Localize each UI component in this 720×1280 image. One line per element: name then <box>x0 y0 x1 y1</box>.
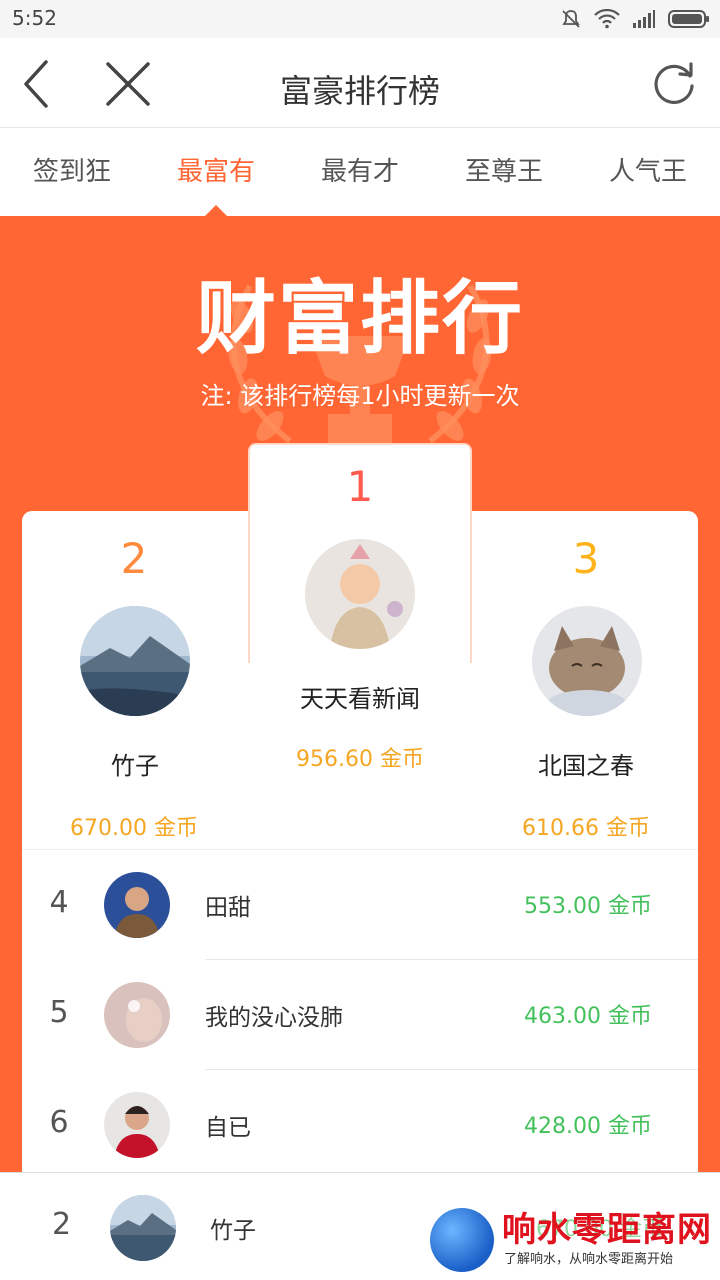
list-coins: 428.00 金币 <box>524 1114 652 1139</box>
list-coins: 553.00 金币 <box>524 894 652 919</box>
tab-richest[interactable]: 最富有 <box>144 128 288 216</box>
list-item[interactable]: 6 自已 428.00 金币 <box>22 1070 698 1176</box>
list-coins: 463.00 金币 <box>524 1004 652 1029</box>
list-name: 田甜 <box>205 895 251 921</box>
site-watermark: 响水零距离网 了解响水，从响水零距离开始 <box>430 1200 720 1280</box>
wifi-icon <box>594 9 620 29</box>
watermark-title: 响水零距离网 <box>502 1210 712 1250</box>
status-bar: 5:52 <box>0 0 720 38</box>
list-name: 自已 <box>205 1115 251 1141</box>
landscape-avatar-image <box>80 606 190 716</box>
page-title: 富豪排行榜 <box>279 72 440 110</box>
tab-popularity[interactable]: 人气王 <box>576 128 720 216</box>
avatar[interactable] <box>110 1195 176 1261</box>
ranking-panel: 财富排行 注: 该排行榜每1小时更新一次 2 竹子 670.00 金币 1 天天… <box>0 216 720 1176</box>
avatar[interactable] <box>104 982 170 1048</box>
tab-sign-in[interactable]: 签到狂 <box>0 128 144 216</box>
rank-1-number: 1 <box>346 462 374 511</box>
person-avatar-image <box>104 1092 170 1158</box>
landscape-avatar-image <box>110 1195 176 1261</box>
rank-1-coins: 956.60 金币 <box>296 747 424 772</box>
rank-3-coins: 610.66 金币 <box>522 816 650 841</box>
cat-avatar-image <box>532 606 642 716</box>
battery-icon <box>668 10 709 28</box>
avatar-rank-2[interactable] <box>80 606 190 716</box>
status-icons <box>560 7 710 31</box>
hero-title: 财富排行 <box>196 272 524 365</box>
rank-2-name: 竹子 <box>111 752 159 780</box>
refresh-icon <box>654 62 694 104</box>
list-item[interactable]: 5 我的没心没肺 463.00 金币 <box>22 960 698 1070</box>
tab-supreme[interactable]: 至尊王 <box>432 128 576 216</box>
list-name: 我的没心没肺 <box>205 1005 343 1031</box>
rank-2-coins: 670.00 金币 <box>70 816 198 841</box>
refresh-button[interactable] <box>646 56 702 112</box>
list-rank: 5 <box>49 995 69 1030</box>
my-rank: 2 <box>52 1207 72 1242</box>
my-name: 竹子 <box>210 1218 256 1244</box>
nav-bar: 富豪排行榜 <box>0 38 720 128</box>
tab-talent[interactable]: 最有才 <box>288 128 432 216</box>
avatar-rank-3[interactable] <box>532 606 642 716</box>
list-rank: 4 <box>49 885 69 920</box>
baby-avatar-image <box>305 539 415 649</box>
watermark-logo-icon <box>430 1208 494 1272</box>
status-time: 5:52 <box>12 6 57 30</box>
person-avatar-image <box>104 982 170 1048</box>
avatar[interactable] <box>104 872 170 938</box>
list-rank: 6 <box>49 1105 69 1140</box>
rank-1-name: 天天看新闻 <box>300 685 420 713</box>
signal-icon <box>633 10 655 28</box>
ranking-list: 4 田甜 553.00 金币 5 我的没心没肺 463.00 金币 6 自已 4… <box>22 849 698 1176</box>
person-avatar-image <box>104 872 170 938</box>
rank-3-name: 北国之春 <box>538 752 634 780</box>
watermark-subtitle: 了解响水，从响水零距离开始 <box>504 1252 674 1267</box>
ranking-tabs: 签到狂 最富有 最有才 至尊王 人气王 <box>0 128 720 216</box>
rank-3-number: 3 <box>572 534 600 583</box>
rank-2-number: 2 <box>120 534 148 583</box>
mute-icon <box>562 10 580 28</box>
avatar-rank-1[interactable] <box>305 539 415 649</box>
update-note: 注: 该排行榜每1小时更新一次 <box>200 382 520 410</box>
list-item[interactable]: 4 田甜 553.00 金币 <box>22 850 698 960</box>
avatar[interactable] <box>104 1092 170 1158</box>
